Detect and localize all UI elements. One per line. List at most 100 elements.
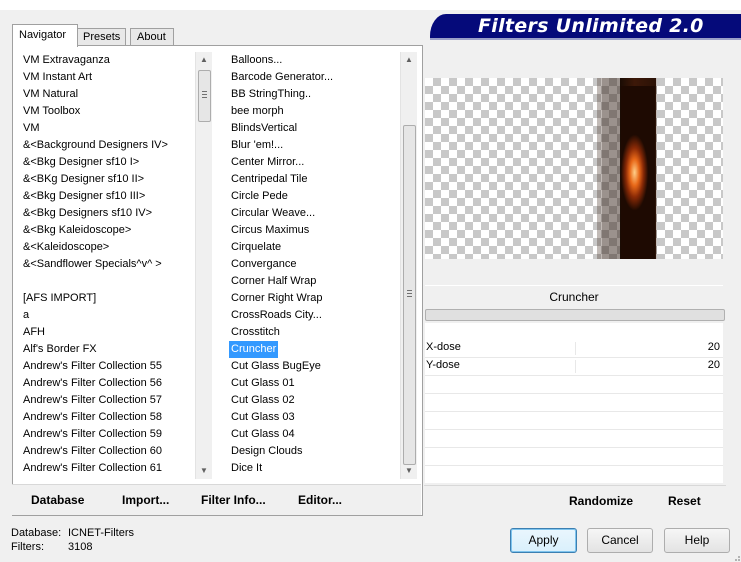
filter-item[interactable]: BlindsVertical <box>231 120 297 137</box>
preview-edge <box>602 78 620 259</box>
filter-item[interactable]: Design Clouds <box>231 443 303 460</box>
filter-item[interactable]: Crosstitch <box>231 324 280 341</box>
scroll-up-arrow-icon[interactable]: ▲ <box>401 52 417 68</box>
filter-scroll-thumb[interactable] <box>403 125 416 465</box>
filter-item[interactable]: Blur 'em!... <box>231 137 283 154</box>
filter-item[interactable]: Circle Pede <box>231 188 288 205</box>
category-item[interactable]: Andrew's Filter Collection 59 <box>23 426 162 443</box>
param-value[interactable]: 20 <box>708 341 720 353</box>
category-item[interactable]: &<Bkg Kaleidoscope> <box>23 222 131 239</box>
reset-button[interactable]: Reset <box>668 494 701 508</box>
parameter-list: X-dose 20 Y-dose 20 <box>425 323 723 483</box>
category-item[interactable]: Andrew's Filter Collection 56 <box>23 375 162 392</box>
category-item[interactable]: VM Toolbox <box>23 103 80 120</box>
filter-item[interactable]: Cut Glass 01 <box>231 375 295 392</box>
category-item[interactable]: VM Extravaganza <box>23 52 110 69</box>
import-button[interactable]: Import... <box>122 493 169 507</box>
filter-item[interactable]: Cut Glass BugEye <box>231 358 321 375</box>
apply-button[interactable]: Apply <box>510 528 577 553</box>
cancel-button[interactable]: Cancel <box>587 528 653 553</box>
category-item[interactable]: a <box>23 307 29 324</box>
filter-item[interactable]: Balloons... <box>231 52 282 69</box>
filter-scrollbar[interactable]: ▲ ▼ <box>400 52 417 479</box>
param-row-empty <box>425 412 723 430</box>
help-button[interactable]: Help <box>664 528 730 553</box>
preview-button-bar: Randomize Reset <box>424 485 726 515</box>
category-item[interactable]: Andrew's Filter Collection 61 <box>23 460 162 477</box>
filter-item[interactable]: Cirquelate <box>231 239 281 256</box>
filter-item[interactable]: Cruncher <box>229 341 279 358</box>
filter-info-button[interactable]: Filter Info... <box>201 493 266 507</box>
category-item[interactable]: Andrew's Filter Collection 58 <box>23 409 162 426</box>
filter-item[interactable]: Cut Glass 02 <box>231 392 295 409</box>
category-item[interactable]: &<Background Designers IV> <box>23 137 168 154</box>
preview-image[interactable] <box>425 78 723 259</box>
current-filter-title: Cruncher <box>425 285 723 308</box>
banner-underline <box>430 38 741 40</box>
preview-glow <box>621 86 655 259</box>
category-item[interactable]: Andrew's Filter Collection 55 <box>23 358 162 375</box>
param-row-empty <box>425 394 723 412</box>
filter-item[interactable]: Convergance <box>231 256 296 273</box>
filter-item[interactable]: Cut Glass 03 <box>231 409 295 426</box>
tab-about[interactable]: About <box>130 28 174 46</box>
param-row-x-dose[interactable]: X-dose 20 <box>425 340 723 358</box>
param-row-empty <box>425 448 723 466</box>
category-item[interactable]: &<Kaleidoscope> <box>23 239 109 256</box>
category-item[interactable]: [AFS IMPORT] <box>23 290 96 307</box>
param-name: Y-dose <box>426 359 460 371</box>
scroll-up-arrow-icon[interactable]: ▲ <box>196 52 212 68</box>
filter-item[interactable]: Circus Maximus <box>231 222 309 239</box>
filter-item[interactable]: bee morph <box>231 103 284 120</box>
filter-item[interactable]: CrossRoads City... <box>231 307 322 324</box>
category-item[interactable]: VM <box>23 120 40 137</box>
filters-label: Filters: <box>11 541 44 553</box>
filter-item[interactable]: Barcode Generator... <box>231 69 333 86</box>
top-edge <box>0 0 741 10</box>
scroll-down-arrow-icon[interactable]: ▼ <box>401 463 417 479</box>
category-item[interactable]: Andrew's Filter Collection 57 <box>23 392 162 409</box>
category-item[interactable]: VM Instant Art <box>23 69 92 86</box>
database-value: ICNET-Filters <box>68 527 134 539</box>
filter-item[interactable]: Dice It <box>231 460 262 477</box>
database-button[interactable]: Database <box>31 493 84 507</box>
category-item[interactable]: Andrew's Filter Collection 60 <box>23 443 162 460</box>
category-list[interactable]: VM Extravaganza VM Instant Art VM Natural V… <box>13 52 196 479</box>
filter-item[interactable]: Corner Half Wrap <box>231 273 316 290</box>
category-scroll-thumb[interactable] <box>198 70 211 122</box>
randomize-button[interactable]: Randomize <box>569 494 633 508</box>
category-scrollbar[interactable]: ▲ ▼ <box>195 52 212 479</box>
filter-slider-track[interactable] <box>425 309 725 321</box>
filter-item[interactable]: Cut Glass 04 <box>231 426 295 443</box>
category-item[interactable]: AFH <box>23 324 45 341</box>
category-item[interactable]: Alf's Border FX <box>23 341 97 358</box>
filter-preview-panel: Cruncher X-dose 20 Y-dose 20 Randomize R… <box>424 45 726 515</box>
category-item[interactable]: &<Sandflower Specials^v^ > <box>23 256 162 273</box>
category-item[interactable]: VM Natural <box>23 86 78 103</box>
param-row-empty <box>425 376 723 394</box>
category-item[interactable]: &<BKg Designer sf10 II> <box>23 171 144 188</box>
filter-item[interactable]: Corner Right Wrap <box>231 290 323 307</box>
filter-item[interactable]: Circular Weave... <box>231 205 315 222</box>
category-item[interactable]: &<Bkg Designer sf10 I> <box>23 154 139 171</box>
category-item[interactable]: &<Bkg Designers sf10 IV> <box>23 205 152 222</box>
filter-item[interactable]: Center Mirror... <box>231 154 304 171</box>
category-item[interactable]: &<Bkg Designer sf10 III> <box>23 188 145 205</box>
param-row-empty <box>425 430 723 448</box>
filter-item[interactable]: BB StringThing.. <box>231 86 311 103</box>
scroll-down-arrow-icon[interactable]: ▼ <box>196 463 212 479</box>
filters-unlimited-dialog: Filters Unlimited 2.0 Navigator Presets … <box>0 0 741 562</box>
param-name: X-dose <box>426 341 461 353</box>
navigator-button-bar: Database Import... Filter Info... Editor… <box>12 484 421 515</box>
filters-count: 3108 <box>68 541 93 553</box>
resize-grip-icon[interactable] <box>731 552 741 562</box>
param-row-y-dose[interactable]: Y-dose 20 <box>425 358 723 376</box>
title-banner: Filters Unlimited 2.0 <box>430 14 741 38</box>
filter-list[interactable]: Balloons... Barcode Generator... BB String… <box>218 52 400 479</box>
database-label: Database: <box>11 527 62 539</box>
filter-item[interactable]: Centripedal Tile <box>231 171 307 188</box>
param-value[interactable]: 20 <box>708 359 720 371</box>
tab-navigator[interactable]: Navigator <box>12 24 78 47</box>
editor-button[interactable]: Editor... <box>298 493 342 507</box>
tab-presets[interactable]: Presets <box>76 28 126 46</box>
